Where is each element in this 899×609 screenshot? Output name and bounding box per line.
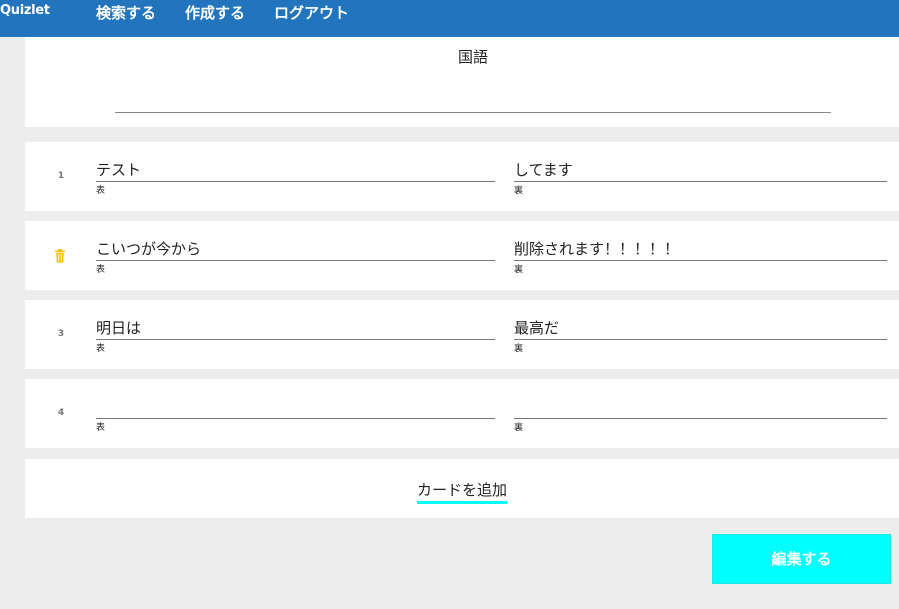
add-card-panel: カードを追加 bbox=[25, 459, 899, 518]
add-card-link[interactable]: カードを追加 bbox=[25, 479, 899, 504]
field-underline bbox=[96, 339, 495, 340]
card-front-field[interactable]: 表 bbox=[96, 379, 495, 448]
card-front-label: 表 bbox=[96, 265, 106, 275]
card-back-field[interactable]: 削除されます！！！！！ 裏 bbox=[514, 221, 887, 290]
card-number: 4 bbox=[57, 408, 65, 418]
card-back-label: 裏 bbox=[514, 186, 524, 196]
card-back-value[interactable]: 削除されます！！！！！ bbox=[514, 238, 679, 259]
card-front-label: 表 bbox=[96, 186, 106, 196]
edit-button[interactable]: 編集する bbox=[712, 534, 891, 584]
nav-create[interactable]: 作成する bbox=[185, 2, 245, 23]
field-underline bbox=[96, 181, 495, 182]
set-title[interactable]: 国語 bbox=[115, 46, 831, 67]
card-front-value[interactable]: テスト bbox=[96, 159, 141, 180]
card-row-3: 3 明日は 表 最高だ 裏 bbox=[25, 300, 899, 369]
field-underline bbox=[96, 260, 495, 261]
card-front-value[interactable]: 明日は bbox=[96, 317, 141, 338]
card-number: 3 bbox=[57, 329, 65, 339]
quizlet-logo[interactable]: Quizlet bbox=[0, 3, 50, 18]
set-title-panel: 国語 bbox=[25, 37, 899, 127]
field-underline bbox=[514, 181, 887, 182]
field-underline bbox=[96, 418, 495, 419]
set-title-underline bbox=[115, 112, 831, 113]
card-front-label: 表 bbox=[96, 344, 106, 354]
field-underline bbox=[514, 418, 887, 419]
card-front-label: 表 bbox=[96, 423, 106, 433]
card-row-4: 4 表 裏 bbox=[25, 379, 899, 448]
card-front-value[interactable]: こいつが今から bbox=[96, 238, 201, 259]
card-back-field[interactable]: 最高だ 裏 bbox=[514, 300, 887, 369]
card-front-field[interactable]: こいつが今から 表 bbox=[96, 221, 495, 290]
card-row-2: こいつが今から 表 削除されます！！！！！ 裏 bbox=[25, 221, 899, 290]
trash-icon[interactable] bbox=[54, 249, 66, 263]
card-back-label: 裏 bbox=[514, 265, 524, 275]
add-card-label[interactable]: カードを追加 bbox=[416, 479, 507, 504]
card-row-1: 1 テスト 表 してます 裏 bbox=[25, 142, 899, 211]
card-number: 1 bbox=[57, 171, 65, 181]
card-back-label: 裏 bbox=[514, 344, 524, 354]
card-back-field[interactable]: 裏 bbox=[514, 379, 887, 448]
card-front-field[interactable]: テスト 表 bbox=[96, 142, 495, 211]
top-navigation-bar: Quizlet 検索する 作成する ログアウト bbox=[0, 0, 899, 37]
field-underline bbox=[514, 260, 887, 261]
field-underline bbox=[514, 339, 887, 340]
card-back-value[interactable]: 最高だ bbox=[514, 317, 559, 338]
nav-search[interactable]: 検索する bbox=[96, 2, 156, 23]
card-front-field[interactable]: 明日は 表 bbox=[96, 300, 495, 369]
card-back-label: 裏 bbox=[514, 423, 524, 433]
card-back-field[interactable]: してます 裏 bbox=[514, 142, 887, 211]
nav-logout[interactable]: ログアウト bbox=[274, 2, 349, 23]
card-back-value[interactable]: してます bbox=[514, 159, 573, 180]
